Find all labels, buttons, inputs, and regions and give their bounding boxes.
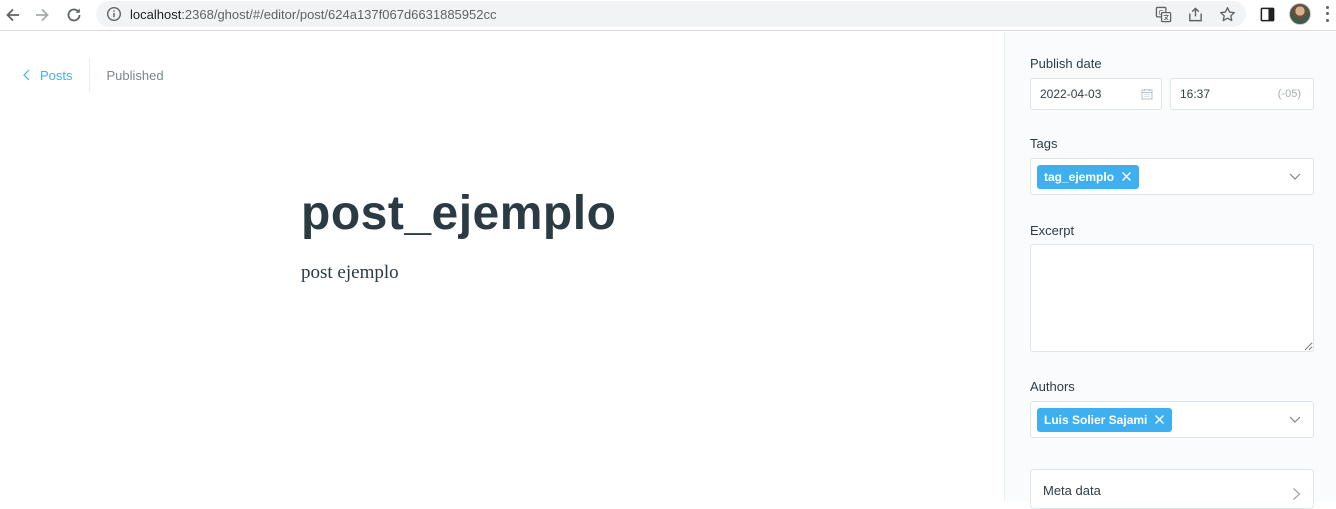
url-text: localhost:2368/ghost/#/editor/post/624a1…: [130, 7, 496, 22]
chevron-right-icon: [1293, 488, 1301, 500]
meta-data-button[interactable]: Meta data: [1030, 469, 1314, 509]
tag-token-label: tag_ejemplo: [1044, 170, 1115, 184]
back-to-posts-link[interactable]: Posts: [22, 57, 89, 93]
back-button[interactable]: [0, 2, 26, 28]
post-settings-sidebar: Publish date 2022-04-03 16:37 (-05) Tags…: [1004, 32, 1336, 509]
arrow-left-icon: [6, 8, 19, 22]
calendar-icon[interactable]: [1141, 88, 1153, 100]
author-token-label: Luis Solier Sajami: [1044, 413, 1148, 427]
meta-data-label: Meta data: [1043, 483, 1101, 498]
forward-button[interactable]: [29, 2, 55, 28]
publish-date-label: Publish date: [1030, 56, 1102, 71]
excerpt-label: Excerpt: [1030, 223, 1075, 238]
date-value: 2022-04-03: [1040, 87, 1102, 101]
url-path: :2368/ghost/#/editor/post/624a137f067d66…: [181, 7, 497, 22]
publish-date-input[interactable]: 2022-04-03: [1030, 78, 1162, 110]
tags-label: Tags: [1030, 136, 1058, 151]
side-panel-icon[interactable]: [1256, 3, 1278, 25]
tags-select[interactable]: tag_ejemplo: [1030, 158, 1314, 195]
post-status: Published: [106, 67, 164, 83]
chevron-down-icon[interactable]: [1289, 415, 1301, 424]
tag-token: tag_ejemplo: [1037, 165, 1140, 189]
browser-toolbar: localhost:2368/ghost/#/editor/post/624a1…: [0, 0, 1336, 31]
authors-select[interactable]: Luis Solier Sajami: [1030, 401, 1314, 438]
publish-time-input[interactable]: 16:37 (-05): [1170, 78, 1314, 110]
post-title[interactable]: post_ejemplo: [301, 186, 616, 241]
url-host: localhost: [130, 7, 182, 22]
author-token: Luis Solier Sajami: [1037, 408, 1173, 432]
share-icon[interactable]: [1184, 3, 1206, 25]
back-link-label: Posts: [40, 67, 73, 83]
info-icon[interactable]: [106, 6, 122, 22]
profile-avatar[interactable]: [1289, 3, 1311, 25]
address-bar[interactable]: localhost:2368/ghost/#/editor/post/624a1…: [96, 1, 1246, 27]
close-icon[interactable]: [1154, 414, 1166, 426]
excerpt-textarea[interactable]: [1030, 244, 1314, 352]
kebab-menu-icon[interactable]: [1320, 4, 1334, 24]
chevron-left-icon: [23, 69, 30, 81]
arrow-right-icon: [36, 8, 49, 22]
post-body[interactable]: post ejemplo: [301, 262, 399, 284]
reload-button[interactable]: [61, 2, 87, 28]
translate-icon[interactable]: G: [1152, 3, 1174, 25]
timezone-label: (-05): [1277, 88, 1301, 100]
breadcrumb: Posts Published: [22, 57, 164, 93]
chevron-down-icon[interactable]: [1289, 172, 1301, 181]
reload-icon: [67, 8, 81, 22]
close-icon[interactable]: [1121, 171, 1133, 183]
time-value: 16:37: [1180, 87, 1211, 101]
post-editor: Posts Published post_ejemplo post ejempl…: [0, 32, 1004, 501]
authors-label: Authors: [1030, 379, 1075, 394]
star-icon[interactable]: [1216, 3, 1238, 25]
